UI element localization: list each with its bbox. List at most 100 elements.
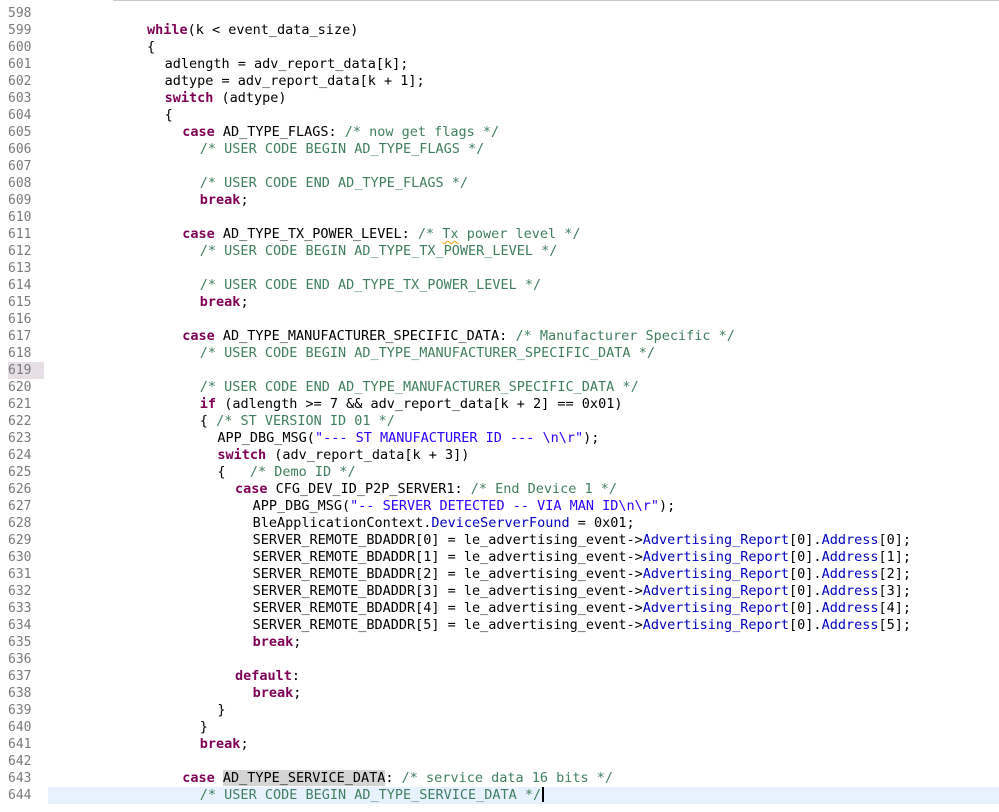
line-number: 628 [8, 516, 32, 531]
code-line[interactable]: 630 SERVER_REMOTE_BDADDR[1] = le_advertis… [0, 549, 999, 566]
code-line[interactable]: 606 /* USER CODE BEGIN AD_TYPE_FLAGS */ [0, 141, 999, 158]
code-text[interactable]: } [200, 719, 208, 736]
code-text[interactable]: case AD_TYPE_TX_POWER_LEVEL: /* Tx power… [182, 226, 580, 243]
code-line[interactable]: 599 while(k < event_data_size) [0, 22, 999, 39]
code-line[interactable]: 607 [0, 158, 999, 175]
code-text[interactable]: adlength = adv_report_data[k]; [165, 56, 409, 73]
code-text[interactable]: /* USER CODE END AD_TYPE_MANUFACTURER_SP… [200, 379, 639, 396]
code-line[interactable]: 613 [0, 260, 999, 277]
code-editor[interactable]: 598 599 while(k < event_data_size) 600 {601 a… [0, 0, 999, 812]
code-line[interactable]: 628 BleApplicationContext.DeviceServerFou… [0, 515, 999, 532]
code-line[interactable]: 632 SERVER_REMOTE_BDADDR[3] = le_advertis… [0, 583, 999, 600]
code-text[interactable]: SERVER_REMOTE_BDADDR[4] = le_advertising… [253, 600, 911, 617]
comment-token: power level */ [458, 226, 581, 242]
code-line[interactable]: 619 [0, 362, 999, 379]
code-text[interactable]: SERVER_REMOTE_BDADDR[2] = le_advertising… [253, 566, 911, 583]
code-text[interactable]: case CFG_DEV_ID_P2P_SERVER1: /* End Devi… [235, 481, 617, 498]
code-line[interactable]: 603 switch (adtype) [0, 90, 999, 107]
code-line[interactable]: 604 { [0, 107, 999, 124]
code-line[interactable]: 610 [0, 209, 999, 226]
code-line[interactable]: 624 switch (adv_report_data[k + 3]) [0, 447, 999, 464]
code-text[interactable]: /* USER CODE BEGIN AD_TYPE_SERVICE_DATA … [200, 787, 544, 804]
code-line[interactable]: 600 { [0, 39, 999, 56]
code-text[interactable]: break; [200, 294, 249, 311]
code-line[interactable]: 605 case AD_TYPE_FLAGS: /* now get flags … [0, 124, 999, 141]
code-text[interactable]: /* USER CODE END AD_TYPE_FLAGS */ [200, 175, 468, 192]
code-line[interactable]: 638 break; [0, 685, 999, 702]
code-text[interactable]: } [217, 702, 225, 719]
code-text[interactable]: break; [253, 685, 302, 702]
code-line[interactable]: 642 [0, 753, 999, 770]
code-line[interactable]: 636 [0, 651, 999, 668]
code-line[interactable]: 640} [0, 719, 999, 736]
line-number: 636 [8, 652, 32, 667]
code-text[interactable]: default: [235, 668, 300, 685]
code-text[interactable]: break; [200, 192, 249, 209]
keyword-token: case [182, 124, 215, 140]
code-line[interactable]: 611 case AD_TYPE_TX_POWER_LEVEL: /* Tx po… [0, 226, 999, 243]
code-text[interactable]: case AD_TYPE_FLAGS: /* now get flags */ [182, 124, 499, 141]
code-text[interactable]: /* USER CODE BEGIN AD_TYPE_MANUFACTURER_… [200, 345, 655, 362]
code-line[interactable]: 623 APP_DBG_MSG("--- ST MANUFACTURER ID -… [0, 430, 999, 447]
code-line[interactable]: 614 /* USER CODE END AD_TYPE_TX_POWER_LEV… [0, 277, 999, 294]
code-line[interactable]: 620 /* USER CODE END AD_TYPE_MANUFACTURER… [0, 379, 999, 396]
code-text[interactable]: break; [200, 736, 249, 753]
code-text[interactable]: /* USER CODE BEGIN AD_TYPE_TX_POWER_LEVE… [200, 243, 558, 260]
code-line[interactable]: 617 case AD_TYPE_MANUFACTURER_SPECIFIC_DA… [0, 328, 999, 345]
code-text[interactable]: switch (adv_report_data[k + 3]) [217, 447, 469, 464]
field-token: Advertising_Report [642, 600, 790, 616]
code-line[interactable]: 634 SERVER_REMOTE_BDADDR[5] = le_advertis… [0, 617, 999, 634]
code-line[interactable]: 608 /* USER CODE END AD_TYPE_FLAGS */ [0, 175, 999, 192]
code-text[interactable]: SERVER_REMOTE_BDADDR[0] = le_advertising… [253, 532, 911, 549]
code-line[interactable]: 615 break; [0, 294, 999, 311]
line-number: 615 [8, 295, 32, 310]
code-line[interactable]: 626 case CFG_DEV_ID_P2P_SERVER1: /* End D… [0, 481, 999, 498]
code-token: [5]; [878, 617, 911, 633]
code-line[interactable]: 633 SERVER_REMOTE_BDADDR[4] = le_advertis… [0, 600, 999, 617]
code-text[interactable]: SERVER_REMOTE_BDADDR[1] = le_advertising… [253, 549, 911, 566]
code-line[interactable]: 637 default: [0, 668, 999, 685]
code-line[interactable]: 631 SERVER_REMOTE_BDADDR[2] = le_advertis… [0, 566, 999, 583]
keyword-token: switch [164, 90, 214, 106]
code-text[interactable]: break; [253, 634, 302, 651]
code-text[interactable]: { [147, 39, 155, 56]
code-text[interactable]: SERVER_REMOTE_BDADDR[3] = le_advertising… [253, 583, 911, 600]
code-text[interactable]: /* USER CODE END AD_TYPE_TX_POWER_LEVEL … [200, 277, 541, 294]
line-number: 627 [8, 499, 32, 514]
code-text[interactable]: { /* ST VERSION ID 01 */ [200, 413, 395, 430]
code-text[interactable]: while(k < event_data_size) [147, 22, 358, 39]
code-line[interactable]: 616 [0, 311, 999, 328]
code-text[interactable]: SERVER_REMOTE_BDADDR[5] = le_advertising… [253, 617, 911, 634]
code-token: { [147, 39, 156, 55]
code-line[interactable]: 609 break; [0, 192, 999, 209]
code-line[interactable]: 621 if (adlength >= 7 && adv_report_data[… [0, 396, 999, 413]
code-text[interactable]: BleApplicationContext.DeviceServerFound … [253, 515, 635, 532]
code-line[interactable]: 622 { /* ST VERSION ID 01 */ [0, 413, 999, 430]
code-text[interactable]: switch (adtype) [165, 90, 287, 107]
code-text[interactable]: /* USER CODE BEGIN AD_TYPE_FLAGS */ [200, 141, 484, 158]
code-text[interactable]: if (adlength >= 7 && adv_report_data[k +… [200, 396, 623, 413]
code-text[interactable]: case AD_TYPE_SERVICE_DATA: /* service da… [182, 770, 613, 787]
code-line[interactable]: 618 /* USER CODE BEGIN AD_TYPE_MANUFACTUR… [0, 345, 999, 362]
code-line[interactable]: 635 break; [0, 634, 999, 651]
code-line[interactable]: 627 APP_DBG_MSG("-- SERVER DETECTED -- VI… [0, 498, 999, 515]
code-line[interactable]: 644 /* USER CODE BEGIN AD_TYPE_SERVICE_DA… [8, 787, 999, 804]
code-line[interactable]: 643 case AD_TYPE_SERVICE_DATA: /* service… [0, 770, 999, 787]
code-text[interactable]: APP_DBG_MSG("-- SERVER DETECTED -- VIA M… [253, 498, 676, 515]
code-text[interactable]: APP_DBG_MSG("--- ST MANUFACTURER ID --- … [217, 430, 599, 447]
code-text[interactable]: { [165, 107, 173, 124]
code-line[interactable]: 641 break; [0, 736, 999, 753]
code-line[interactable]: 601 adlength = adv_report_data[k]; [0, 56, 999, 73]
code-text[interactable]: adtype = adv_report_data[k + 1]; [165, 73, 425, 90]
code-line[interactable]: 625 { /* Demo ID */ [0, 464, 999, 481]
code-line[interactable]: 602 adtype = adv_report_data[k + 1]; [0, 73, 999, 90]
code-text[interactable]: { /* Demo ID */ [217, 464, 355, 481]
code-line[interactable]: 612 /* USER CODE BEGIN AD_TYPE_TX_POWER_L… [0, 243, 999, 260]
text-cursor [542, 787, 544, 802]
code-text[interactable]: case AD_TYPE_MANUFACTURER_SPECIFIC_DATA:… [182, 328, 735, 345]
line-number: 632 [8, 584, 32, 599]
line-number: 602 [8, 74, 32, 89]
code-line[interactable]: 629 SERVER_REMOTE_BDADDR[0] = le_advertis… [0, 532, 999, 549]
code-line[interactable]: 639} [0, 702, 999, 719]
code-line[interactable]: 598 [0, 5, 999, 22]
